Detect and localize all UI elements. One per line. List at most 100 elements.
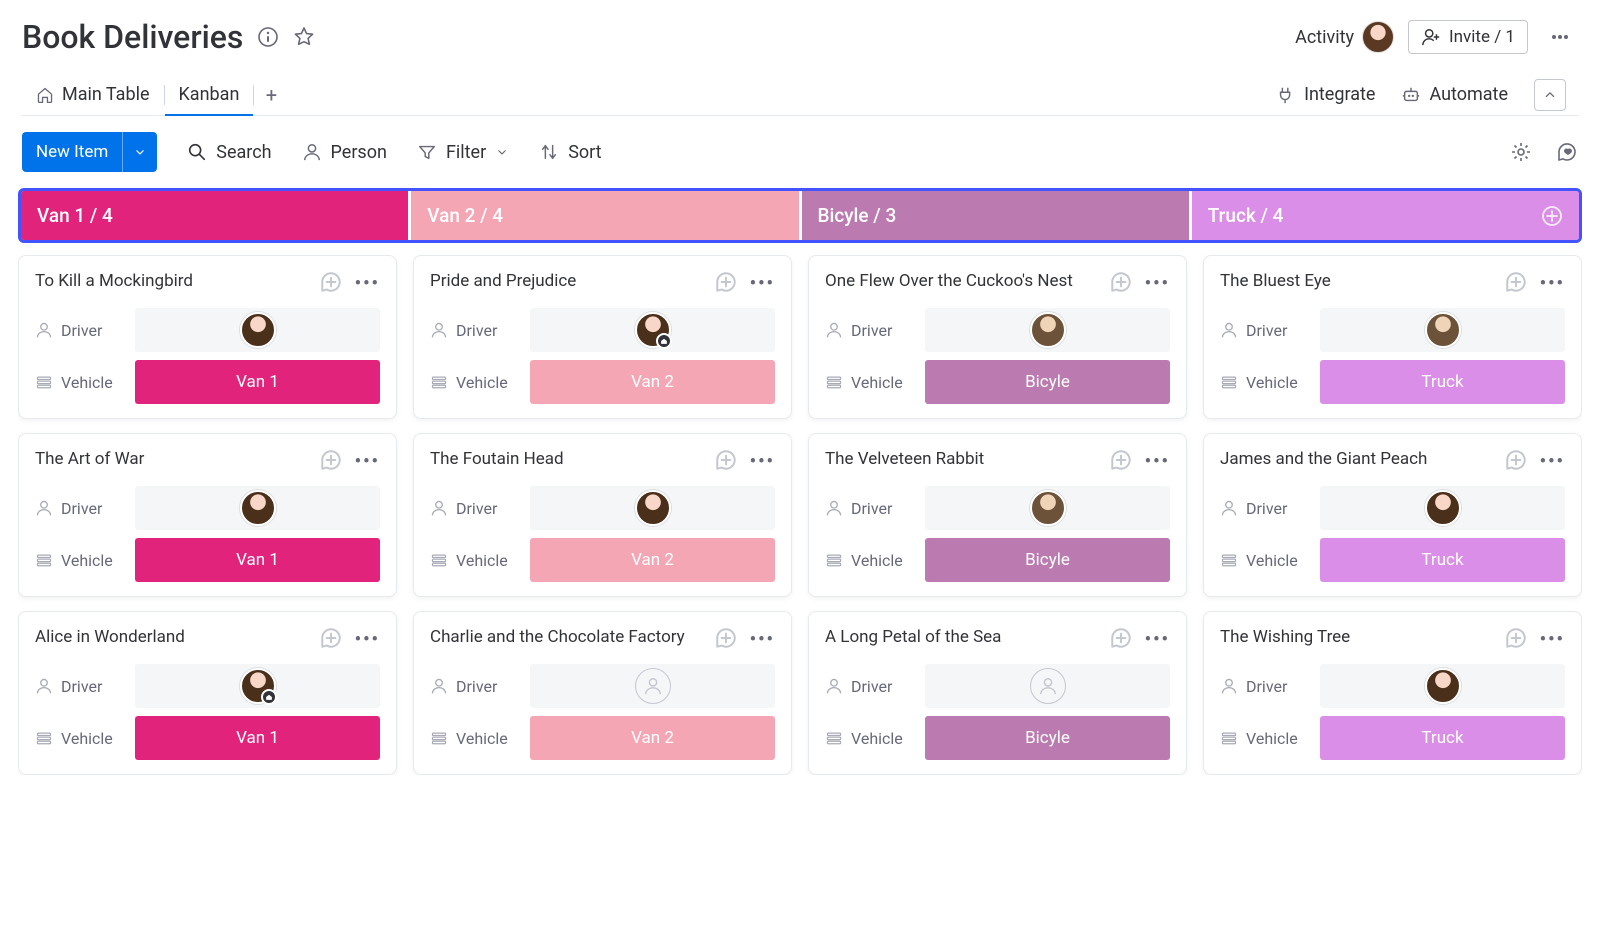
board-menu-button[interactable] xyxy=(1542,19,1578,55)
vehicle-badge[interactable]: Bicyle xyxy=(925,538,1170,582)
vehicle-label: Vehicle xyxy=(1220,729,1320,748)
driver-value[interactable] xyxy=(135,486,380,530)
driver-label: Driver xyxy=(825,499,925,518)
kanban-card[interactable]: Alice in Wonderland•••DriverVehicleVan 1 xyxy=(18,611,397,775)
card-menu-button[interactable]: ••• xyxy=(1145,629,1170,650)
collapse-header-button[interactable] xyxy=(1534,79,1566,111)
kanban-card[interactable]: The Velveteen Rabbit•••DriverVehicleBicy… xyxy=(808,433,1187,597)
driver-value[interactable] xyxy=(530,486,775,530)
driver-value[interactable] xyxy=(135,308,380,352)
column-header-label: Van 1 / 4 xyxy=(37,204,113,227)
card-menu-button[interactable]: ••• xyxy=(750,451,775,472)
person-icon xyxy=(430,677,448,695)
driver-value[interactable] xyxy=(1320,308,1565,352)
driver-value[interactable] xyxy=(1320,486,1565,530)
card-menu-button[interactable]: ••• xyxy=(1145,273,1170,294)
card-menu-button[interactable]: ••• xyxy=(355,451,380,472)
column-header[interactable]: Bicyle / 3 xyxy=(802,191,1189,240)
vehicle-badge[interactable]: Van 1 xyxy=(135,716,380,760)
feedback-button[interactable] xyxy=(1556,141,1578,163)
card-menu-button[interactable]: ••• xyxy=(750,273,775,294)
vehicle-badge[interactable]: Truck xyxy=(1320,538,1565,582)
view-settings-button[interactable] xyxy=(1510,141,1532,163)
driver-value[interactable] xyxy=(1320,664,1565,708)
vehicle-badge[interactable]: Van 1 xyxy=(135,538,380,582)
card-title: The Velveteen Rabbit xyxy=(825,448,1099,471)
vehicle-badge[interactable]: Truck xyxy=(1320,360,1565,404)
kanban-card[interactable]: A Long Petal of the Sea•••DriverVehicleB… xyxy=(808,611,1187,775)
card-chat-button[interactable] xyxy=(319,626,345,652)
vehicle-badge[interactable]: Van 1 xyxy=(135,360,380,404)
card-menu-button[interactable]: ••• xyxy=(1145,451,1170,472)
vehicle-badge[interactable]: Bicyle xyxy=(925,360,1170,404)
sort-button[interactable]: Sort xyxy=(539,142,601,163)
vehicle-badge[interactable]: Bicyle xyxy=(925,716,1170,760)
driver-value[interactable] xyxy=(135,664,380,708)
new-item-main[interactable]: New Item xyxy=(22,132,122,172)
card-chat-button[interactable] xyxy=(319,270,345,296)
integrate-button[interactable]: Integrate xyxy=(1276,84,1375,105)
tab-main-table[interactable]: Main Table xyxy=(22,74,164,115)
driver-value[interactable] xyxy=(530,664,775,708)
new-item-dropdown[interactable] xyxy=(122,132,157,172)
sort-label: Sort xyxy=(568,142,601,163)
add-view-button[interactable]: + xyxy=(254,78,288,112)
driver-label: Driver xyxy=(1220,677,1320,696)
card-menu-button[interactable]: ••• xyxy=(750,629,775,650)
card-menu-button[interactable]: ••• xyxy=(1540,451,1565,472)
kanban-card[interactable]: Pride and Prejudice•••DriverVehicleVan 2 xyxy=(413,255,792,419)
column-header[interactable]: Van 2 / 4 xyxy=(411,191,798,240)
column-header[interactable]: Truck / 4 xyxy=(1192,191,1579,240)
card-menu-button[interactable]: ••• xyxy=(355,629,380,650)
card-chat-button[interactable] xyxy=(1504,626,1530,652)
driver-value[interactable] xyxy=(925,664,1170,708)
kanban-card[interactable]: The Art of War•••DriverVehicleVan 1 xyxy=(18,433,397,597)
kanban-card[interactable]: The Wishing Tree ••• Driver VehicleTruck xyxy=(1203,611,1582,775)
card-chat-button[interactable] xyxy=(714,270,740,296)
driver-value[interactable] xyxy=(530,308,775,352)
card-chat-button[interactable] xyxy=(1109,448,1135,474)
info-icon[interactable] xyxy=(257,26,279,48)
card-title: The Wishing Tree xyxy=(1220,626,1494,649)
avatar xyxy=(240,490,276,526)
add-column-button[interactable] xyxy=(1541,205,1563,227)
card-chat-button[interactable] xyxy=(1504,448,1530,474)
driver-value[interactable] xyxy=(925,308,1170,352)
avatar xyxy=(635,312,671,348)
tab-kanban[interactable]: Kanban xyxy=(165,74,254,115)
card-title: The Bluest Eye xyxy=(1220,270,1494,293)
activity-link[interactable]: Activity xyxy=(1295,21,1394,53)
search-button[interactable]: Search xyxy=(187,142,271,163)
kanban-card[interactable]: James and the Giant Peach•••DriverVehicl… xyxy=(1203,433,1582,597)
card-chat-button[interactable] xyxy=(319,448,345,474)
vehicle-badge[interactable]: Truck xyxy=(1320,716,1565,760)
driver-value[interactable] xyxy=(925,486,1170,530)
vehicle-badge[interactable]: Van 2 xyxy=(530,360,775,404)
card-chat-button[interactable] xyxy=(1109,626,1135,652)
card-chat-button[interactable] xyxy=(1109,270,1135,296)
star-icon[interactable] xyxy=(293,26,315,48)
person-icon xyxy=(35,499,53,517)
invite-button[interactable]: Invite / 1 xyxy=(1408,20,1528,54)
kanban-card[interactable]: One Flew Over the Cuckoo's Nest•••Driver… xyxy=(808,255,1187,419)
card-title: James and the Giant Peach xyxy=(1220,448,1494,471)
person-filter-button[interactable]: Person xyxy=(302,142,387,163)
card-chat-button[interactable] xyxy=(1504,270,1530,296)
kanban-card[interactable]: To Kill a Mockingbird•••DriverVehicleVan… xyxy=(18,255,397,419)
card-menu-button[interactable]: ••• xyxy=(1540,629,1565,650)
kanban-card[interactable]: Charlie and the Chocolate Factory•••Driv… xyxy=(413,611,792,775)
kanban-card[interactable]: The Bluest Eye•••DriverVehicleTruck xyxy=(1203,255,1582,419)
card-chat-button[interactable] xyxy=(714,626,740,652)
card-menu-button[interactable]: ••• xyxy=(1540,273,1565,294)
filter-button[interactable]: Filter xyxy=(417,142,509,163)
vehicle-badge[interactable]: Van 2 xyxy=(530,538,775,582)
card-chat-button[interactable] xyxy=(714,448,740,474)
card-menu-button[interactable]: ••• xyxy=(355,273,380,294)
kanban-card[interactable]: The Foutain Head•••DriverVehicleVan 2 xyxy=(413,433,792,597)
column-header[interactable]: Van 1 / 4 xyxy=(21,191,408,240)
new-item-button[interactable]: New Item xyxy=(22,132,157,172)
tab-main-table-label: Main Table xyxy=(62,84,150,105)
automate-button[interactable]: Automate xyxy=(1401,84,1508,105)
vehicle-badge[interactable]: Van 2 xyxy=(530,716,775,760)
driver-label: Driver xyxy=(825,321,925,340)
